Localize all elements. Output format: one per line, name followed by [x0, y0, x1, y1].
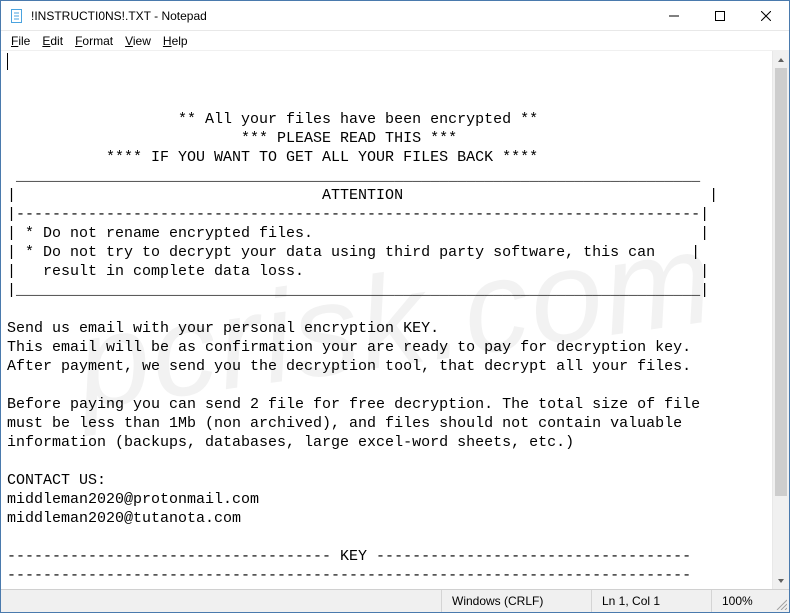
text-line	[7, 376, 768, 395]
text-line: Before paying you can send 2 file for fr…	[7, 395, 768, 414]
minimize-button[interactable]	[651, 1, 697, 30]
scroll-thumb[interactable]	[775, 68, 787, 496]
text-line: | result in complete data loss. |	[7, 262, 768, 281]
editor-area: ** All your files have been encrypted **…	[1, 51, 789, 589]
status-position: Ln 1, Col 1	[591, 590, 711, 612]
text-line: | * Do not rename encrypted files. |	[7, 224, 768, 243]
close-button[interactable]	[743, 1, 789, 30]
scroll-track[interactable]	[773, 68, 789, 572]
text-line	[7, 528, 768, 547]
scroll-down-button[interactable]	[773, 572, 789, 589]
text-line: middleman2020@protonmail.com	[7, 490, 768, 509]
text-line	[7, 452, 768, 471]
text-line: Send us email with your personal encrypt…	[7, 319, 768, 338]
text-line: information (backups, databases, large e…	[7, 433, 768, 452]
text-line: ** All your files have been encrypted **	[7, 110, 768, 129]
window-title: !INSTRUCTI0NS!.TXT - Notepad	[31, 9, 207, 23]
text-line: CONTACT US:	[7, 471, 768, 490]
titlebar[interactable]: !INSTRUCTI0NS!.TXT - Notepad	[1, 1, 789, 31]
text-line: After payment, we send you the decryptio…	[7, 357, 768, 376]
text-editor[interactable]: ** All your files have been encrypted **…	[1, 51, 772, 589]
statusbar: Windows (CRLF) Ln 1, Col 1 100%	[1, 589, 789, 612]
text-line: This email will be as confirmation your …	[7, 338, 768, 357]
maximize-button[interactable]	[697, 1, 743, 30]
text-line: |_______________________________________…	[7, 281, 768, 300]
menu-file[interactable]: File	[5, 33, 36, 49]
text-line: | * Do not try to decrypt your data usin…	[7, 243, 768, 262]
vertical-scrollbar[interactable]	[772, 51, 789, 589]
text-line: **** IF YOU WANT TO GET ALL YOUR FILES B…	[7, 148, 768, 167]
text-caret	[7, 53, 8, 70]
window-controls	[651, 1, 789, 30]
menu-format[interactable]: Format	[69, 33, 119, 49]
status-spacer	[1, 590, 441, 612]
menu-help[interactable]: Help	[157, 33, 194, 49]
text-line	[7, 300, 768, 319]
resize-grip[interactable]	[771, 590, 789, 612]
text-line: | ATTENTION |	[7, 186, 768, 205]
menubar: File Edit Format View Help	[1, 31, 789, 51]
notepad-window: !INSTRUCTI0NS!.TXT - Notepad File Edit F…	[0, 0, 790, 613]
text-line: *** PLEASE READ THIS ***	[7, 129, 768, 148]
status-lineending: Windows (CRLF)	[441, 590, 591, 612]
menu-view[interactable]: View	[119, 33, 157, 49]
text-line: ------------------------------------ KEY…	[7, 547, 768, 566]
menu-edit[interactable]: Edit	[36, 33, 69, 49]
scroll-up-button[interactable]	[773, 51, 789, 68]
text-line: must be less than 1Mb (non archived), an…	[7, 414, 768, 433]
text-line: middleman2020@tutanota.com	[7, 509, 768, 528]
text-line: |---------------------------------------…	[7, 205, 768, 224]
status-zoom: 100%	[711, 590, 771, 612]
text-line: ----------------------------------------…	[7, 566, 768, 585]
text-line: ________________________________________…	[7, 167, 768, 186]
notepad-icon	[9, 8, 25, 24]
